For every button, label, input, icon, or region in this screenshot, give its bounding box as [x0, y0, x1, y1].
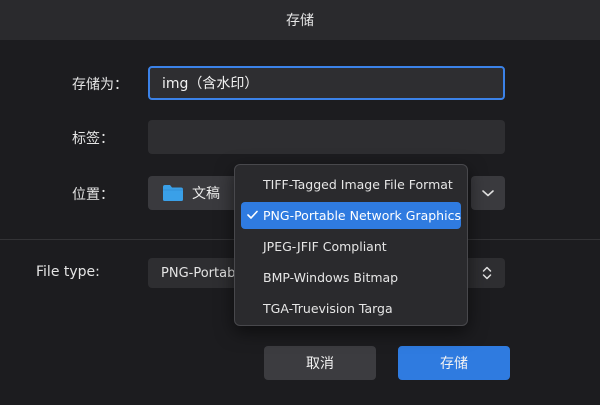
format-menu-item-tiff[interactable]: TIFF-Tagged Image File Format: [241, 171, 461, 198]
location-value: 文稿: [192, 186, 220, 202]
dialog-title: 存储: [286, 13, 314, 29]
menu-item-label: TIFF-Tagged Image File Format: [263, 177, 453, 192]
checkmark-icon: [247, 210, 258, 219]
filetype-value: PNG-Portabl: [161, 265, 239, 281]
format-menu-item-tga[interactable]: TGA-Truevision Targa: [241, 295, 461, 322]
expand-browser-button[interactable]: [471, 176, 505, 210]
filename-text: img（含水印）: [162, 76, 259, 92]
location-label: 位置：: [72, 187, 114, 203]
chevron-updown-icon: [482, 266, 492, 280]
folder-icon: [163, 185, 183, 201]
menu-item-label: TGA-Truevision Targa: [263, 301, 393, 316]
save-button[interactable]: 存储: [398, 346, 510, 380]
format-menu-item-bmp[interactable]: BMP-Windows Bitmap: [241, 264, 461, 291]
cancel-button[interactable]: 取消: [264, 346, 376, 380]
save-as-label: 存储为：: [72, 77, 128, 93]
dialog-titlebar: 存储: [0, 0, 600, 40]
format-menu-item-jpeg[interactable]: JPEG-JFIF Compliant: [241, 233, 461, 260]
filetype-label: File type:: [36, 264, 100, 280]
menu-item-label: PNG-Portable Network Graphics: [263, 208, 461, 223]
tags-input[interactable]: [148, 120, 505, 154]
save-dialog: 存储 存储为： img（含水印） 标签： 位置： 文稿 File type: P…: [0, 0, 600, 405]
menu-item-label: JPEG-JFIF Compliant: [263, 239, 387, 254]
tags-label: 标签：: [72, 131, 114, 147]
format-menu: TIFF-Tagged Image File Format PNG-Portab…: [234, 164, 468, 326]
menu-item-label: BMP-Windows Bitmap: [263, 270, 399, 285]
format-menu-item-png[interactable]: PNG-Portable Network Graphics: [241, 202, 461, 229]
location-select[interactable]: 文稿: [148, 176, 238, 210]
filename-input[interactable]: img（含水印）: [148, 66, 505, 100]
chevron-down-icon: [482, 190, 494, 197]
